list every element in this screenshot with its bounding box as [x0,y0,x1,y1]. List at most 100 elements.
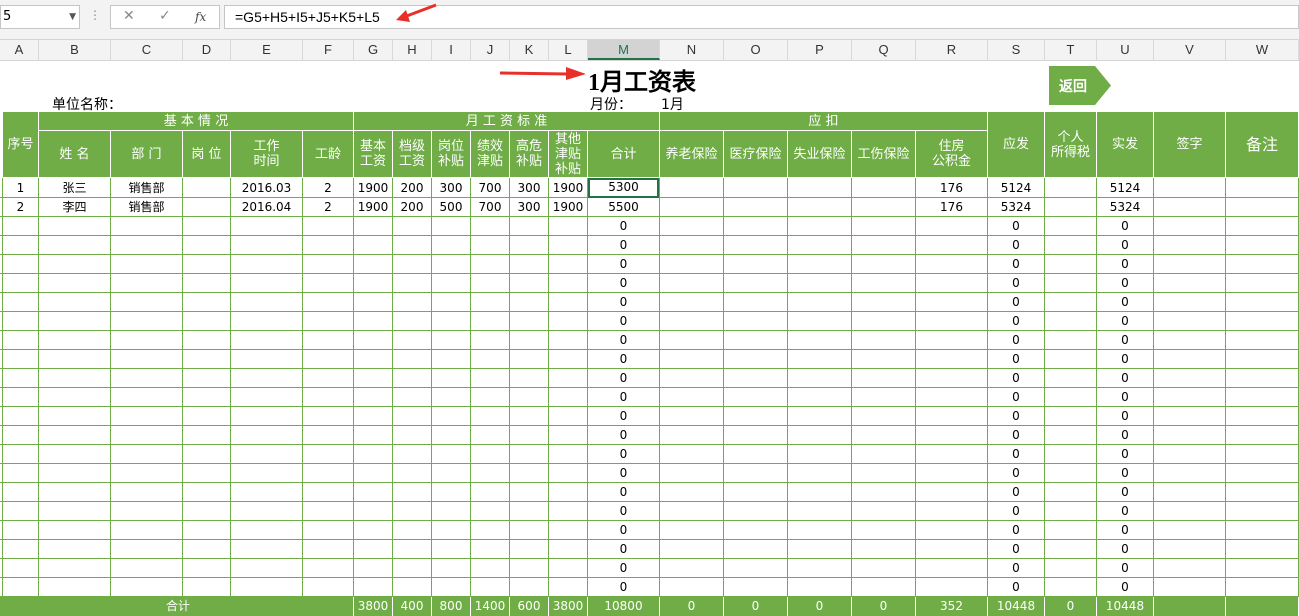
cell-zero[interactable]: 0 [988,236,1044,255]
column-header-q[interactable]: Q [852,40,916,60]
cell-zero[interactable]: 0 [988,559,1044,578]
totals-medical[interactable]: 0 [724,597,788,616]
cell-zero[interactable]: 0 [988,578,1044,597]
cell-seq[interactable]: 2 [3,198,38,217]
name-box[interactable]: 5 ▼ [0,5,80,29]
totals-tax[interactable]: 0 [1045,597,1097,616]
totals-label[interactable]: 合计 [3,597,354,616]
cell-zero[interactable]: 0 [588,464,659,483]
column-header-f[interactable]: F [303,40,354,60]
cell-perf[interactable]: 700 [471,198,509,217]
cell-zero[interactable]: 0 [588,331,659,350]
more-icon[interactable]: ⋮ [89,8,101,22]
cell-zero[interactable]: 0 [1097,217,1153,236]
totals-unemploy[interactable]: 0 [788,597,852,616]
cell-post-allow[interactable]: 300 [432,179,470,198]
cell-zero[interactable]: 0 [588,293,659,312]
cell-payable[interactable]: 5324 [988,198,1044,217]
totals-base[interactable]: 3800 [354,597,393,616]
column-header-o[interactable]: O [724,40,788,60]
cell-zero[interactable]: 0 [588,540,659,559]
cell-dept[interactable]: 销售部 [111,198,182,217]
cell-zero[interactable]: 0 [1097,407,1153,426]
column-header-j[interactable]: J [471,40,510,60]
cell-housing[interactable]: 176 [916,179,987,198]
cell-zero[interactable]: 0 [1097,236,1153,255]
column-header-i[interactable]: I [432,40,471,60]
column-header-t[interactable]: T [1045,40,1097,60]
cell-actual[interactable]: 5124 [1097,179,1153,198]
cell-zero[interactable]: 0 [588,445,659,464]
column-header-k[interactable]: K [510,40,549,60]
cell-zero[interactable]: 0 [1097,559,1153,578]
totals-remark[interactable] [1226,597,1299,616]
cell-zero[interactable]: 0 [588,255,659,274]
cell-zero[interactable]: 0 [588,521,659,540]
cell-zero[interactable]: 0 [588,407,659,426]
totals-perf[interactable]: 1400 [471,597,510,616]
totals-grade[interactable]: 400 [393,597,432,616]
cell-grade[interactable]: 200 [393,179,431,198]
cell-zero[interactable]: 0 [588,217,659,236]
cell-zero[interactable]: 0 [588,274,659,293]
cell-total[interactable]: 5500 [588,198,659,217]
cell-zero[interactable]: 0 [588,426,659,445]
column-header-c[interactable]: C [111,40,183,60]
cell-total[interactable]: 5300 [588,178,659,198]
cell-zero[interactable]: 0 [588,350,659,369]
cell-seq[interactable]: 1 [3,179,38,198]
cell-zero[interactable]: 0 [988,331,1044,350]
cell-zero[interactable]: 0 [988,255,1044,274]
cell-other[interactable]: 1900 [549,179,587,198]
cell-zero[interactable]: 0 [988,464,1044,483]
cell-hazard[interactable]: 300 [510,198,548,217]
cell-seniority[interactable]: 2 [303,198,353,217]
insert-function-icon[interactable]: fx [195,10,206,24]
cell-zero[interactable]: 0 [988,217,1044,236]
cell-zero[interactable]: 0 [988,350,1044,369]
totals-pension[interactable]: 0 [660,597,724,616]
column-header-h[interactable]: H [393,40,432,60]
cell-zero[interactable]: 0 [988,445,1044,464]
cell-zero[interactable]: 0 [1097,426,1153,445]
column-header-l[interactable]: L [549,40,588,60]
totals-total[interactable]: 10800 [588,597,660,616]
totals-post-allow[interactable]: 800 [432,597,471,616]
column-header-s[interactable]: S [988,40,1045,60]
enter-icon[interactable]: ✓ [159,8,171,24]
cell-dept[interactable]: 销售部 [111,179,182,198]
cell-zero[interactable]: 0 [588,388,659,407]
cell-name[interactable]: 张三 [39,179,110,198]
cell-zero[interactable]: 0 [988,388,1044,407]
cell-actual[interactable]: 5324 [1097,198,1153,217]
chevron-down-icon[interactable]: ▼ [69,6,76,28]
cell-zero[interactable]: 0 [988,407,1044,426]
cell-zero[interactable]: 0 [988,483,1044,502]
cell-work-time[interactable]: 2016.04 [231,198,302,217]
cell-zero[interactable]: 0 [588,236,659,255]
column-header-b[interactable]: B [39,40,111,60]
cell-zero[interactable]: 0 [1097,464,1153,483]
cell-zero[interactable]: 0 [988,540,1044,559]
cell-perf[interactable]: 700 [471,179,509,198]
cell-zero[interactable]: 0 [1097,274,1153,293]
cell-zero[interactable]: 0 [1097,255,1153,274]
cell-work-time[interactable]: 2016.03 [231,179,302,198]
column-header-p[interactable]: P [788,40,852,60]
cell-post-allow[interactable]: 500 [432,198,470,217]
cell-zero[interactable]: 0 [1097,540,1153,559]
cell-zero[interactable]: 0 [1097,483,1153,502]
cell-zero[interactable]: 0 [588,578,659,597]
cell-zero[interactable]: 0 [1097,521,1153,540]
cell-other[interactable]: 1900 [549,198,587,217]
cell-name[interactable]: 李四 [39,198,110,217]
totals-other[interactable]: 3800 [549,597,588,616]
column-header-d[interactable]: D [183,40,231,60]
column-header-e[interactable]: E [231,40,303,60]
column-header-u[interactable]: U [1097,40,1154,60]
cell-zero[interactable]: 0 [1097,578,1153,597]
cell-hazard[interactable]: 300 [510,179,548,198]
cell-zero[interactable]: 0 [588,559,659,578]
cell-zero[interactable]: 0 [1097,388,1153,407]
cell-zero[interactable]: 0 [988,521,1044,540]
